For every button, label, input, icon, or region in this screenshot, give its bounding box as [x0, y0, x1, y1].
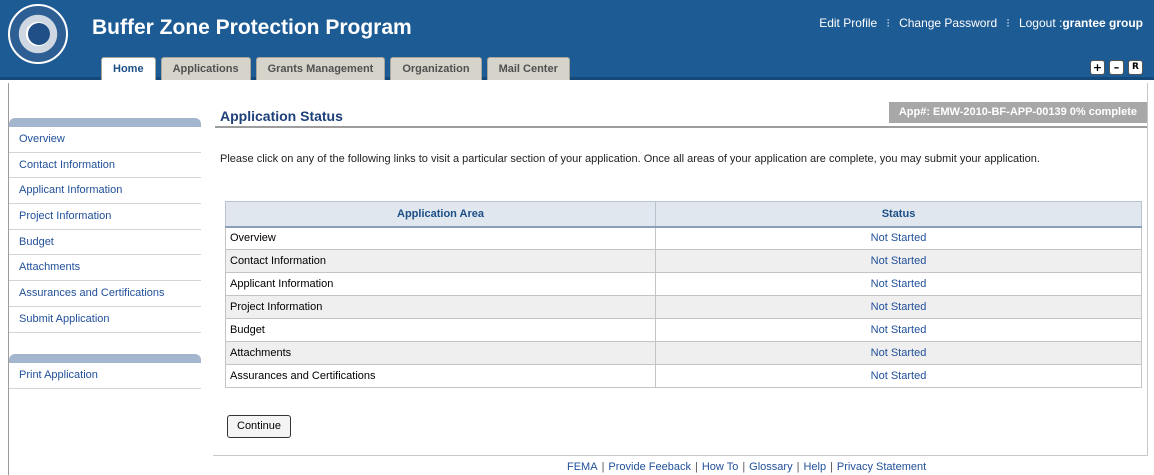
link-separator: ⁝	[886, 16, 891, 30]
current-user: grantee group	[1062, 16, 1143, 30]
sidebar-secondary-nav: Print Application	[9, 363, 201, 389]
tab-applications[interactable]: Applications	[160, 57, 251, 80]
sidebar-item-contact-information[interactable]: Contact Information	[9, 153, 201, 179]
footer-link-provide-feedback[interactable]: Provide Feeback	[608, 461, 691, 473]
sidebar-nav: Overview Contact Information Applicant I…	[9, 127, 201, 333]
reset-font-icon[interactable]: R	[1128, 60, 1143, 75]
main-nav-tabs: Home Applications Grants Management Orga…	[101, 57, 570, 80]
table-row: Applicant Information Not Started	[225, 272, 1142, 296]
status-link[interactable]: Not Started	[655, 341, 1142, 365]
footer-separator: |	[601, 461, 605, 473]
logout-label: Logout :	[1018, 16, 1063, 30]
area-cell: Contact Information	[225, 249, 656, 273]
area-cell: Applicant Information	[225, 272, 656, 296]
tab-home[interactable]: Home	[101, 57, 156, 80]
edit-profile-link[interactable]: Edit Profile	[819, 16, 877, 30]
area-cell: Assurances and Certifications	[225, 364, 656, 388]
area-cell: Project Information	[225, 295, 656, 319]
status-link[interactable]: Not Started	[655, 364, 1142, 388]
sidebar-header-bar	[9, 354, 201, 363]
table-row: Overview Not Started	[225, 226, 1142, 250]
footer-link-privacy-statement[interactable]: Privacy Statement	[837, 461, 926, 473]
instructions-text: Please click on any of the following lin…	[220, 153, 1040, 165]
page-title-bar: Application Status App#: EMW-2010-BF-APP…	[215, 102, 1147, 128]
dhs-seal-logo	[8, 4, 68, 64]
application-number-badge: App#: EMW-2010-BF-APP-00139 0% complete	[888, 102, 1147, 123]
top-links: Edit Profile ⁝ Change Password ⁝ Logout …	[819, 16, 1143, 30]
sidebar-item-attachments[interactable]: Attachments	[9, 255, 201, 282]
footer-separator: |	[742, 461, 746, 473]
status-link[interactable]: Not Started	[655, 226, 1142, 250]
tab-mail-center[interactable]: Mail Center	[486, 57, 570, 80]
table-row: Assurances and Certifications Not Starte…	[225, 364, 1142, 388]
logout-link[interactable]: Logout :grantee group	[1019, 16, 1143, 30]
table-row: Budget Not Started	[225, 318, 1142, 342]
continue-button[interactable]: Continue	[227, 415, 292, 438]
status-link[interactable]: Not Started	[655, 272, 1142, 296]
app-header: Buffer Zone Protection Program Edit Prof…	[0, 0, 1154, 80]
sidebar-item-assurances-and-certifications[interactable]: Assurances and Certifications	[9, 281, 201, 307]
status-link[interactable]: Not Started	[655, 318, 1142, 342]
table-row: Attachments Not Started	[225, 341, 1142, 365]
footer-links: FEMA | Provide Feeback | How To | Glossary | Hel…	[567, 461, 926, 473]
font-size-controls: + – R	[1090, 60, 1143, 75]
footer-link-fema[interactable]: FEMA	[567, 461, 598, 473]
area-cell: Budget	[225, 318, 656, 342]
status-link[interactable]: Not Started	[655, 295, 1142, 319]
sidebar-item-applicant-information[interactable]: Applicant Information	[9, 178, 201, 205]
table-row: Project Information Not Started	[225, 295, 1142, 319]
change-password-link[interactable]: Change Password	[899, 16, 997, 30]
sidebar-header-bar	[9, 118, 201, 127]
footer-separator: |	[830, 461, 833, 473]
table-header-row: Application Area Status	[225, 201, 1142, 228]
tab-organization[interactable]: Organization	[390, 57, 482, 80]
footer-link-glossary[interactable]: Glossary	[749, 461, 792, 473]
sidebar-item-submit-application[interactable]: Submit Application	[9, 307, 201, 333]
link-separator: ⁝	[1006, 16, 1010, 30]
sidebar-item-print-application[interactable]: Print Application	[9, 363, 201, 389]
app-title: Buffer Zone Protection Program	[92, 16, 412, 39]
table-row: Contact Information Not Started	[225, 249, 1142, 273]
status-link[interactable]: Not Started	[655, 249, 1142, 273]
footer-separator: |	[796, 461, 800, 473]
application-status-table: Application Area Status Overview Not Sta…	[225, 201, 1142, 388]
sidebar-item-overview[interactable]: Overview	[9, 127, 201, 153]
decrease-font-icon[interactable]: –	[1109, 60, 1124, 75]
page-title: Application Status	[220, 108, 343, 124]
column-header-area: Application Area	[225, 201, 656, 228]
footer-link-how-to[interactable]: How To	[702, 461, 738, 473]
area-cell: Overview	[225, 226, 656, 250]
column-header-status: Status	[655, 201, 1142, 228]
footer-separator: |	[694, 461, 698, 473]
increase-font-icon[interactable]: +	[1090, 60, 1105, 75]
tab-grants-management[interactable]: Grants Management	[255, 57, 386, 80]
sidebar-item-project-information[interactable]: Project Information	[9, 204, 201, 230]
footer-link-help[interactable]: Help	[803, 461, 826, 473]
sidebar-item-budget[interactable]: Budget	[9, 230, 201, 256]
area-cell: Attachments	[225, 341, 656, 365]
